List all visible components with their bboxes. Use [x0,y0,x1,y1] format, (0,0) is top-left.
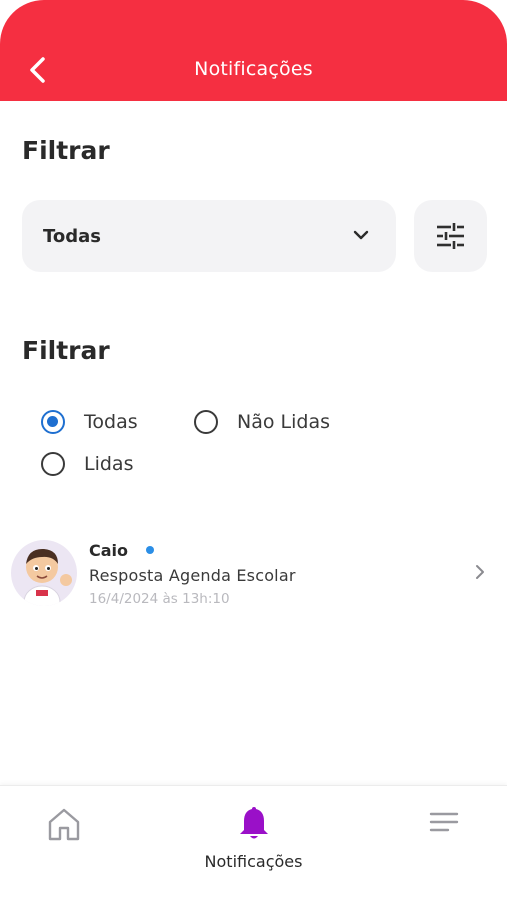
filter-section-title-2: Filtrar [22,336,110,365]
sliders-icon [437,223,464,249]
home-icon[interactable] [46,806,82,842]
bottom-tab-bar: Notificações [0,785,507,900]
notification-item[interactable]: Caio Resposta Agenda Escolar 16/4/2024 à… [0,532,507,616]
filter-section-title: Filtrar [22,136,110,165]
page-title: Notificações [194,58,313,80]
radio-button-checked[interactable] [41,410,65,434]
chevron-right-icon [476,565,484,579]
menu-icon[interactable] [428,810,460,836]
radio-label: Todas [84,411,138,433]
radio-button[interactable] [41,452,65,476]
avatar [11,540,77,606]
radio-label: Lidas [84,453,134,475]
notification-message: Resposta Agenda Escolar [89,566,296,585]
unread-indicator [146,546,154,554]
filter-dropdown-value: Todas [43,226,101,247]
notification-date: 16/4/2024 às 13h:10 [89,591,230,607]
radio-label: Não Lidas [237,411,330,433]
filter-settings-button[interactable] [414,200,487,272]
filter-dropdown[interactable]: Todas [22,200,396,272]
radio-button[interactable] [194,410,218,434]
radio-lidas[interactable]: Lidas [41,452,133,476]
app-header: Notificações [0,0,507,101]
chevron-down-icon [353,230,369,240]
radio-nao-lidas[interactable]: Não Lidas [194,410,330,434]
bell-icon[interactable] [236,804,272,842]
notification-sender: Caio [89,541,129,560]
radio-todas[interactable]: Todas [41,410,138,434]
tab-notificacoes-label[interactable]: Notificações [0,852,507,871]
